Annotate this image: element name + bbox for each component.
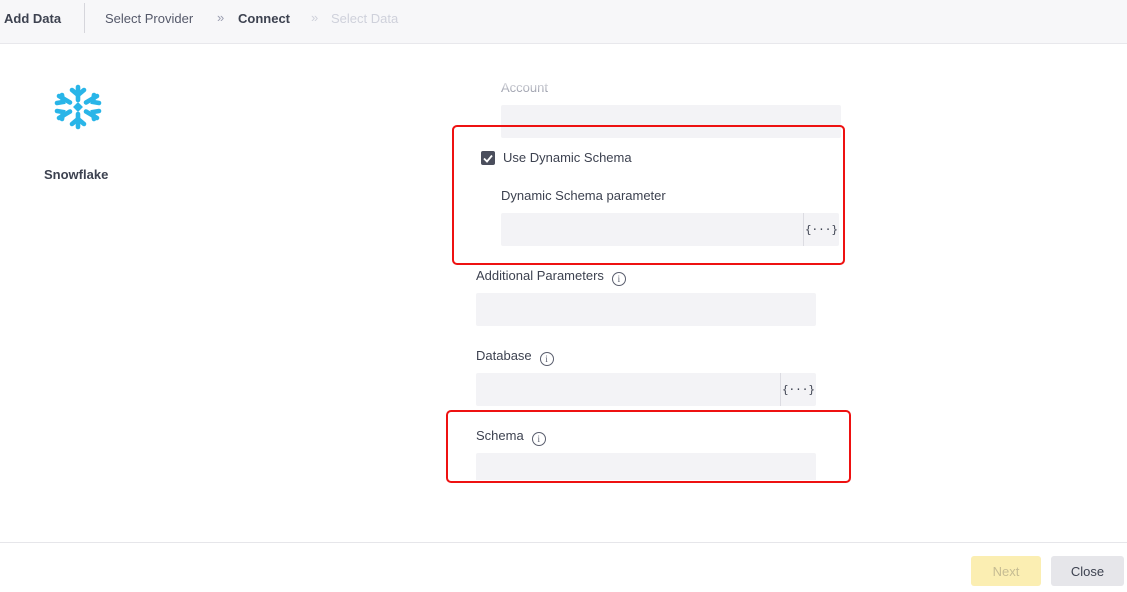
breadcrumb-connect: Connect — [238, 11, 290, 26]
schema-label: Schema i — [476, 428, 546, 446]
dynamic-schema-parameter-field[interactable]: {···} — [501, 213, 839, 246]
database-label: Database i — [476, 348, 554, 366]
account-field[interactable] — [501, 105, 841, 138]
use-dynamic-schema-checkbox[interactable] — [481, 151, 495, 165]
dynamic-schema-parameter-label: Dynamic Schema parameter — [501, 188, 666, 203]
breadcrumb-separator: » — [217, 10, 225, 25]
next-button[interactable]: Next — [971, 556, 1041, 586]
info-icon[interactable]: i — [611, 272, 626, 286]
top-bar: Add Data Select Provider » Connect » Sel… — [0, 0, 1127, 44]
header-divider — [84, 3, 85, 33]
additional-parameters-label: Additional Parameters i — [476, 268, 626, 286]
schema-field[interactable] — [476, 453, 816, 480]
schema-label-text: Schema — [476, 428, 524, 443]
additional-parameters-label-text: Additional Parameters — [476, 268, 604, 283]
page-title: Add Data — [4, 11, 62, 26]
breadcrumb-separator: » — [311, 10, 319, 25]
parameter-picker-button[interactable]: {···} — [780, 373, 816, 406]
footer-divider — [0, 542, 1127, 543]
info-icon[interactable]: i — [539, 352, 554, 366]
database-label-text: Database — [476, 348, 532, 363]
parameter-picker-button[interactable]: {···} — [803, 213, 839, 246]
database-field[interactable]: {···} — [476, 373, 816, 406]
info-icon[interactable]: i — [531, 432, 546, 446]
additional-parameters-field[interactable] — [476, 293, 816, 326]
snowflake-icon — [54, 84, 102, 130]
provider-name: Snowflake — [44, 167, 109, 182]
use-dynamic-schema-label[interactable]: Use Dynamic Schema — [503, 150, 632, 165]
check-icon — [483, 154, 493, 163]
scroll-fade — [440, 44, 860, 92]
breadcrumb-select-data: Select Data — [331, 11, 399, 26]
close-button[interactable]: Close — [1051, 556, 1124, 586]
breadcrumb-select-provider[interactable]: Select Provider — [105, 11, 193, 26]
